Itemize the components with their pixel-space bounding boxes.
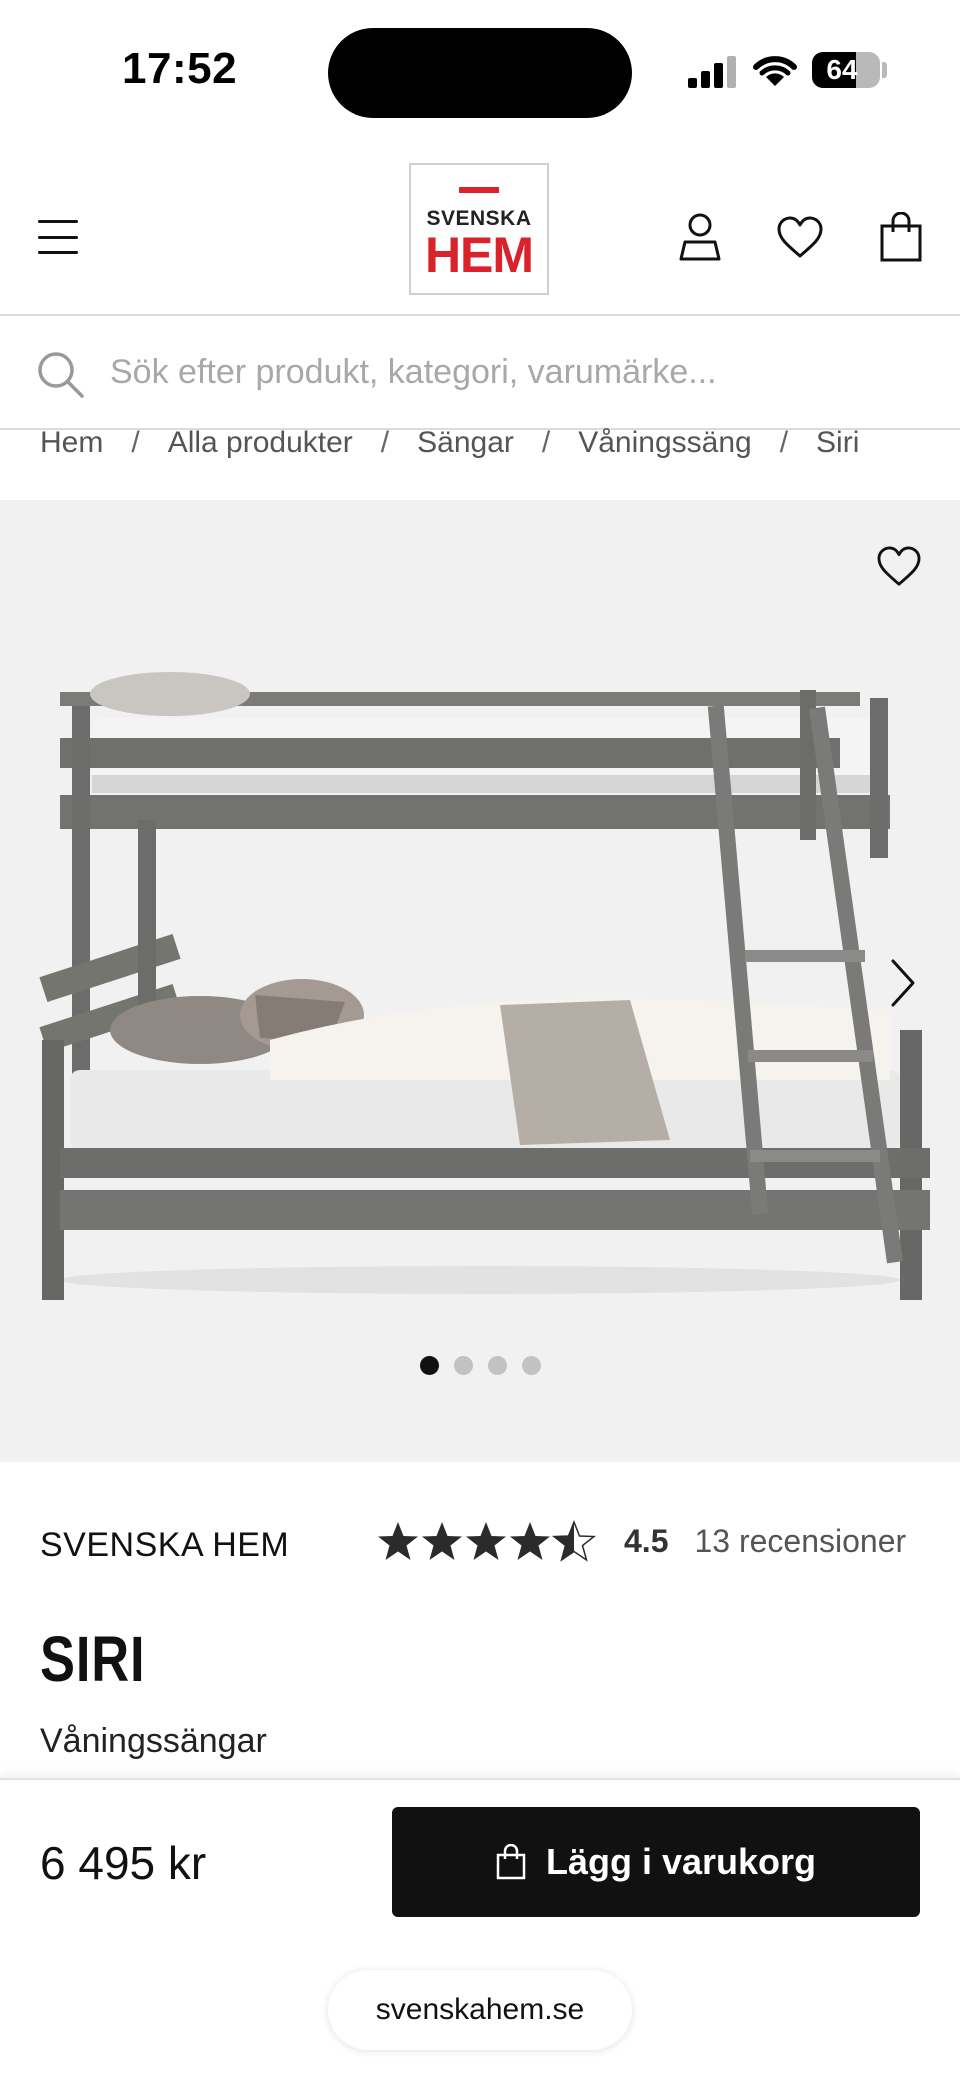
gallery-dot[interactable] [453,1356,473,1375]
browser-url-text: svenskahem.se [375,1993,585,2026]
menu-button[interactable] [38,220,78,254]
breadcrumb-separator: / [541,426,551,459]
star-icon-4 [510,1522,550,1560]
battery-cap [882,62,887,78]
status-time: 17:52 [122,44,238,93]
search-bar [0,318,960,430]
star-icon-1 [378,1522,418,1560]
site-logo[interactable]: SVENSKA HEM [409,163,549,295]
cellular-signal-icon [688,56,736,88]
browser-url-bar[interactable]: svenskahem.se [328,1970,632,2050]
shopping-bag-icon [496,1844,526,1880]
product-image-bunk-bed [39,672,930,1300]
search-input[interactable] [110,344,930,400]
breadcrumb-item-siri: Siri [816,426,860,459]
rating-value: 4.5 [624,1522,669,1559]
wifi-icon [753,56,797,86]
star-icon-2 [422,1522,462,1560]
add-to-cart-label: Lägg i varukorg [545,1841,817,1882]
account-icon[interactable] [678,212,722,262]
dynamic-island [328,28,632,118]
breadcrumb-separator: / [131,426,140,459]
battery-icon: 64 [812,52,880,88]
review-count-link[interactable]: 13 recensioner [694,1523,906,1560]
breadcrumb-item-alla-produkter[interactable]: Alla produkter [168,426,353,460]
add-to-cart-button[interactable]: Lägg i varukorg [392,1807,920,1917]
product-brand[interactable]: SVENSKA HEM [40,1526,289,1565]
star-icon-3 [466,1522,506,1560]
wishlist-icon[interactable] [776,216,824,260]
breadcrumb-separator: / [779,426,789,459]
breadcrumb-item-sangar[interactable]: Sängar [417,426,514,460]
battery-level: 64 [826,54,858,85]
breadcrumb: Hem / Alla produkter / Sängar / Våningss… [40,420,859,460]
star-rating-icon [378,1521,595,1561]
product-price: 6 495 kr [40,1837,207,1889]
breadcrumb-item-hem[interactable]: Hem [40,426,103,460]
logo-bar [459,187,499,193]
menu-icon [38,220,78,223]
gallery-pagination [0,1356,960,1375]
product-category[interactable]: Våningssängar [40,1722,267,1761]
logo-text-main: HEM [424,227,534,283]
gallery-dot[interactable] [521,1356,541,1375]
product-gallery[interactable] [0,500,960,1462]
product-title: SIRI [40,1623,146,1695]
star-icon-half [553,1521,595,1561]
search-icon [38,352,84,398]
site-header: SVENSKA HEM [0,140,960,316]
cart-icon[interactable] [880,212,922,262]
breadcrumb-item-vaningssang[interactable]: Våningssäng [578,426,751,460]
next-image-arrow-icon[interactable] [890,958,916,1008]
gallery-dot[interactable] [487,1356,507,1375]
purchase-bar: 6 495 kr Lägg i varukorg svenskahem.se [0,1778,960,2081]
breadcrumb-separator: / [380,426,390,459]
status-bar: 17:52 64 [0,0,960,140]
add-to-wishlist-icon[interactable] [876,546,922,588]
rating-stars [376,1518,598,1564]
product-rating[interactable]: 4.5 13 recensioner [376,1518,906,1564]
gallery-dot[interactable] [419,1356,439,1375]
